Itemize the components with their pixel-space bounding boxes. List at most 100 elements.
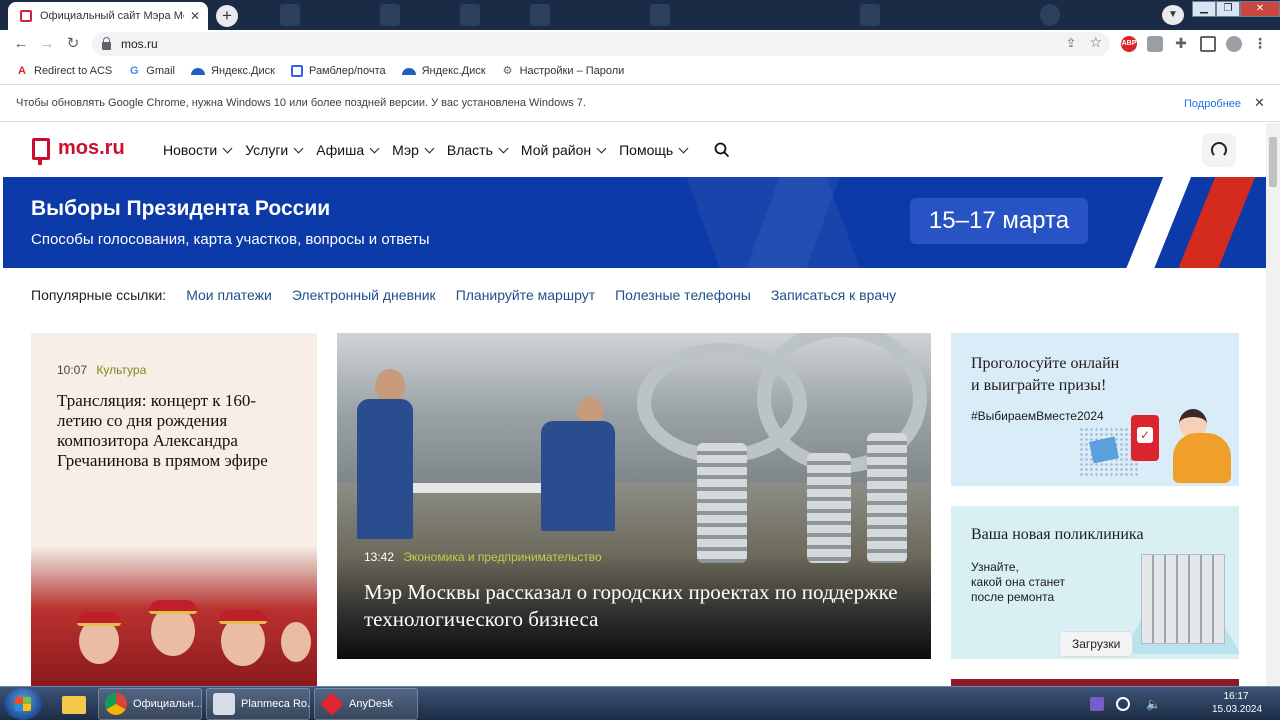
popular-link-route[interactable]: Планируйте маршрут <box>456 287 595 303</box>
nav-item-services[interactable]: Услуги <box>245 142 304 158</box>
taskbar-app-planmeca[interactable]: Planmeca Ro... <box>206 688 310 720</box>
scrollbar-thumb[interactable] <box>1269 137 1277 187</box>
side-panel-icon[interactable] <box>1200 36 1216 52</box>
page-scrollbar[interactable] <box>1266 123 1280 686</box>
taskbar-app-label: Planmeca Ro... <box>241 698 310 710</box>
infobar-message: Чтобы обновлять Google Chrome, нужна Win… <box>16 97 586 109</box>
bookmark-yandex-disk[interactable]: Яндекс.Диск <box>191 65 275 77</box>
window-close-button[interactable]: ✕ <box>1240 1 1280 17</box>
tab-search-button[interactable]: ▼ <box>1162 5 1184 25</box>
elections-banner[interactable]: Выборы Президента России Способы голосов… <box>3 177 1266 268</box>
volume-muted-icon[interactable]: 🔈 <box>1146 697 1161 711</box>
worker-figure <box>357 399 413 539</box>
spinner-icon <box>1211 142 1227 158</box>
nav-label: Услуги <box>245 142 289 158</box>
taskbar-app-anydesk[interactable]: AnyDesk <box>314 688 418 720</box>
windows-logo-icon <box>15 697 31 711</box>
bookmark-settings-passwords[interactable]: ⚙ Настройки – Пароли <box>502 65 625 77</box>
nav-item-authority[interactable]: Власть <box>446 142 509 158</box>
adblock-extension-icon[interactable]: ABP <box>1121 36 1137 52</box>
new-tab-button[interactable]: + <box>216 5 238 27</box>
taskbar-app-label: Официальн... <box>133 698 202 710</box>
minimize-button[interactable]: ▁ <box>1192 1 1216 17</box>
hat <box>219 610 267 624</box>
chrome-icon <box>105 693 127 715</box>
worker-head <box>375 369 405 403</box>
bookmark-label: Gmail <box>146 65 175 77</box>
tray-app-icon[interactable] <box>1090 697 1104 711</box>
nav-label: Власть <box>446 142 493 158</box>
next-promo-card[interactable] <box>951 679 1239 686</box>
news-category[interactable]: Культура <box>96 363 146 377</box>
tray-network-icon[interactable] <box>1116 697 1130 711</box>
promo-vote-online[interactable]: Проголосуйте онлайн и выиграйте призы! #… <box>951 333 1239 486</box>
infobar-learn-more-link[interactable]: Подробнее <box>1184 98 1241 110</box>
clock-time: 16:17 <box>1223 691 1249 702</box>
address-bar[interactable]: mos.ru ⇪ ☆ <box>92 32 1110 56</box>
background-decoration <box>380 4 400 26</box>
search-icon[interactable] <box>714 142 730 158</box>
forward-button[interactable]: → <box>36 34 58 54</box>
url-text[interactable]: mos.ru <box>121 37 158 51</box>
nav-label: Мэр <box>392 142 419 158</box>
popular-link-diary[interactable]: Электронный дневник <box>292 287 436 303</box>
bookmark-yandex-disk-2[interactable]: Яндекс.Диск <box>401 65 486 77</box>
chevron-down-icon <box>424 143 435 153</box>
browser-tab-active[interactable]: Официальный сайт Мэра Москвы ✕ <box>8 2 208 30</box>
promo-hashtag: #ВыбираемВместе2024 <box>971 409 1104 423</box>
bookmark-rambler-mail[interactable]: Рамблер/почта <box>290 65 386 77</box>
bookmarks-bar: A Redirect to ACS G Gmail Яндекс.Диск Ра… <box>0 58 1280 84</box>
popular-link-phones[interactable]: Полезные телефоны <box>615 287 751 303</box>
site-logo[interactable]: mos.ru <box>32 137 125 165</box>
extensions-puzzle-icon[interactable]: ✚ <box>1173 36 1189 52</box>
downloads-tooltip: Загрузки <box>1059 631 1134 657</box>
nav-item-help[interactable]: Помощь <box>619 142 689 158</box>
tab-close-icon[interactable]: ✕ <box>190 9 200 23</box>
banner-subtitle: Способы голосования, карта участков, воп… <box>31 231 430 248</box>
background-decoration <box>280 4 300 26</box>
menu-kebab-icon[interactable]: ⋮ <box>1252 36 1268 52</box>
insulator-column <box>867 433 907 563</box>
news-category[interactable]: Экономика и предпринимательство <box>403 550 601 564</box>
chevron-down-icon <box>369 143 380 153</box>
profile-avatar-icon[interactable] <box>1226 36 1242 52</box>
nav-label: Афиша <box>316 142 365 158</box>
tab-title: Официальный сайт Мэра Москвы <box>40 10 184 22</box>
windows-taskbar: Официальн... Planmeca Ro... AnyDesk 🔈 16… <box>0 686 1280 720</box>
popular-link-doctor[interactable]: Записаться к врачу <box>771 287 896 303</box>
news-card-culture[interactable]: 10:07 Культура Трансляция: концерт к 160… <box>31 333 317 686</box>
news-card-main[interactable]: 13:42 Экономика и предпринимательство Мэ… <box>337 333 931 659</box>
maximize-button[interactable]: ❐ <box>1216 1 1240 17</box>
child-figure <box>149 600 197 656</box>
nav-item-mayor[interactable]: Мэр <box>392 142 435 158</box>
hat <box>77 612 121 626</box>
extension-icon[interactable] <box>1147 36 1163 52</box>
start-button[interactable] <box>4 688 42 720</box>
back-button[interactable]: ← <box>10 34 32 54</box>
taskbar-app-chrome[interactable]: Официальн... <box>98 688 202 720</box>
lock-icon[interactable] <box>102 36 111 50</box>
reload-button[interactable]: ↻ <box>62 34 84 54</box>
child-figure <box>281 622 311 662</box>
popular-link-payments[interactable]: Мои платежи <box>186 287 272 303</box>
news-title: Мэр Москвы рассказал о городских проекта… <box>364 580 898 631</box>
bookmark-label: Настройки – Пароли <box>519 65 625 77</box>
explorer-pinned[interactable] <box>56 688 92 720</box>
nav-item-news[interactable]: Новости <box>163 142 233 158</box>
bookmark-redirect-acs[interactable]: A Redirect to ACS <box>16 65 112 77</box>
promo-subtitle-line: какой она станет <box>971 575 1066 589</box>
bookmark-star-icon[interactable]: ☆ <box>1089 34 1102 51</box>
login-loading-button[interactable] <box>1202 133 1236 167</box>
yandex-disk-icon <box>191 67 205 75</box>
bookmark-label: Рамблер/почта <box>308 65 386 77</box>
infobar-close-icon[interactable]: ✕ <box>1254 95 1265 111</box>
nav-item-my-district[interactable]: Мой район <box>521 142 607 158</box>
taskbar-clock[interactable]: 16:17 15.03.2024 <box>1212 690 1262 716</box>
share-icon[interactable]: ⇪ <box>1066 36 1076 50</box>
background-decoration <box>860 4 880 26</box>
bookmark-gmail[interactable]: G Gmail <box>128 65 175 77</box>
child-figure <box>219 610 267 666</box>
web-page: mos.ru Новости Услуги Афиша Мэр Власть М… <box>0 123 1266 686</box>
nav-item-afisha[interactable]: Афиша <box>316 142 380 158</box>
concert-photo <box>31 546 317 686</box>
